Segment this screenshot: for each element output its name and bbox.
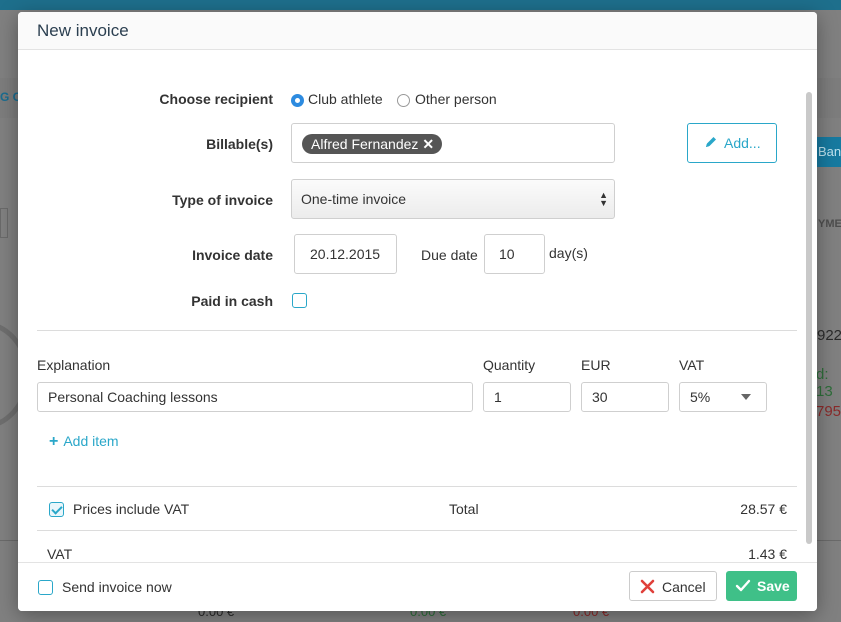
prices-include-vat-label[interactable]: Prices include VAT [73, 501, 189, 517]
invoice-date-value: 20.12.2015 [310, 246, 381, 262]
remove-chip-icon[interactable]: ✕ [422, 136, 434, 152]
billable-chip-label: Alfred Fernandez [311, 136, 419, 152]
explanation-input[interactable]: Personal Coaching lessons [37, 382, 473, 412]
due-date-unit: day(s) [549, 245, 588, 261]
divider [37, 330, 797, 331]
save-button[interactable]: Save [726, 571, 797, 601]
new-invoice-dialog: New invoice Choose recipient Club athlet… [18, 12, 817, 611]
vat-total-value: 1.43 € [748, 546, 787, 562]
dialog-header: New invoice [18, 12, 817, 50]
bank-button-fragment: Bank [816, 137, 841, 167]
save-label: Save [757, 578, 790, 594]
prices-include-vat-checkbox[interactable] [49, 502, 64, 517]
quantity-value: 1 [494, 389, 502, 405]
eur-input[interactable]: 30 [581, 382, 669, 412]
divider [37, 486, 797, 487]
billables-label: Billable(s) [206, 136, 273, 152]
send-now-checkbox[interactable] [38, 580, 53, 595]
add-item-link[interactable]: + Add item [49, 433, 119, 451]
checkmark-icon [735, 579, 751, 596]
dialog-body: Choose recipient Club athlete Other pers… [18, 50, 817, 562]
value-fragment-b: d: 13 [816, 366, 833, 400]
invoice-date-label: Invoice date [192, 247, 273, 263]
quantity-input[interactable]: 1 [483, 382, 571, 412]
total-label: Total [449, 501, 479, 517]
eur-header: EUR [581, 357, 611, 373]
vat-value: 5% [690, 389, 711, 405]
invoice-type-select[interactable]: One-time invoice ▲ ▼ [291, 179, 615, 219]
value-fragment-a: 922 [817, 327, 841, 344]
invoice-type-value: One-time invoice [301, 191, 407, 207]
add-item-label: Add item [63, 433, 119, 449]
cancel-button[interactable]: Cancel [629, 571, 717, 601]
value-fragment-c: 795 [816, 403, 841, 420]
radio-other-person-label[interactable]: Other person [415, 91, 497, 107]
cancel-label: Cancel [662, 579, 706, 595]
invoice-type-label: Type of invoice [172, 192, 273, 208]
dialog-footer: Send invoice now Cancel Save [18, 562, 817, 611]
add-billable-button[interactable]: Add... [687, 123, 777, 163]
app-top-bar [0, 0, 841, 10]
due-date-label: Due date [421, 247, 478, 263]
explanation-value: Personal Coaching lessons [48, 389, 218, 405]
radio-club-athlete[interactable] [291, 94, 304, 107]
invoice-date-input[interactable]: 20.12.2015 [294, 234, 397, 274]
add-billable-label: Add... [724, 135, 761, 151]
vat-header: VAT [679, 357, 705, 373]
radio-other-person[interactable] [397, 94, 410, 107]
billable-chip: Alfred Fernandez ✕ [302, 134, 443, 154]
vat-total-label: VAT [47, 546, 73, 562]
explanation-header: Explanation [37, 357, 111, 373]
dialog-title: New invoice [37, 21, 129, 40]
caret-down-icon [741, 394, 751, 400]
vat-select[interactable]: 5% [679, 382, 767, 412]
scrollbar[interactable] [806, 92, 812, 544]
radio-club-athlete-label[interactable]: Club athlete [308, 91, 383, 107]
paid-in-cash-checkbox[interactable] [292, 293, 307, 308]
select-updown-icon: ▲ ▼ [599, 190, 608, 208]
billables-input[interactable]: Alfred Fernandez ✕ [291, 123, 615, 163]
divider [37, 530, 797, 531]
due-date-value: 10 [499, 246, 515, 262]
plus-icon: + [49, 433, 59, 450]
send-now-label[interactable]: Send invoice now [62, 579, 172, 595]
close-icon [640, 579, 655, 597]
column-header-fragment: YMEN [818, 218, 841, 230]
recipient-label: Choose recipient [159, 91, 273, 107]
due-date-input[interactable]: 10 [484, 234, 545, 274]
total-value: 28.57 € [740, 501, 787, 517]
input-fragment [0, 208, 8, 238]
paid-in-cash-label: Paid in cash [191, 293, 273, 309]
quantity-header: Quantity [483, 357, 536, 373]
eur-value: 30 [592, 389, 608, 405]
pencil-icon [704, 135, 718, 152]
